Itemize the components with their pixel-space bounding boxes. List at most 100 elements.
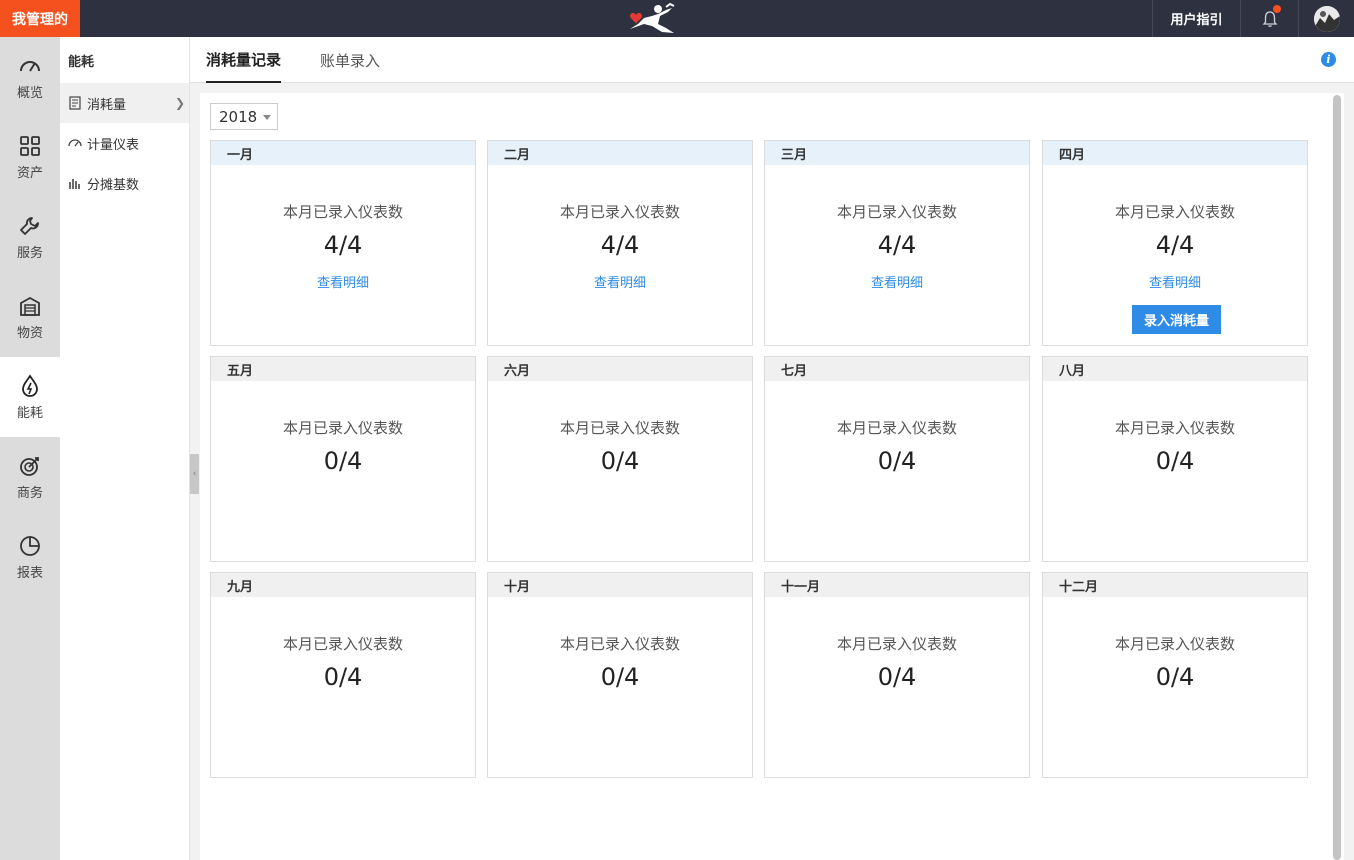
month-name: 六月 xyxy=(488,357,752,381)
pie-chart-icon xyxy=(20,535,40,556)
card-label: 本月已录入仪表数 xyxy=(282,419,403,437)
card-label: 本月已录入仪表数 xyxy=(559,635,680,653)
grid-icon xyxy=(20,135,40,156)
month-card: 十二月 本月已录入仪表数 0/4 xyxy=(1042,572,1308,778)
month-name: 八月 xyxy=(1043,357,1307,381)
meter-count: 4/4 xyxy=(1155,231,1195,259)
main-nav: 概览 资产 服务 物资 能耗 商务 报表 xyxy=(0,37,60,860)
card-label: 本月已录入仪表数 xyxy=(1114,635,1235,653)
tab-bill-entry[interactable]: 账单录入 xyxy=(320,37,380,83)
month-card: 一月 本月已录入仪表数 4/4 查看明细 xyxy=(210,140,476,346)
month-card: 十月 本月已录入仪表数 0/4 xyxy=(487,572,753,778)
sub-nav: 能耗 消耗量 ❯ 计量仪表 分摊基数 xyxy=(60,37,190,860)
nav-item-reports[interactable]: 报表 xyxy=(0,517,60,597)
gauge-icon xyxy=(20,60,40,72)
nav-item-materials[interactable]: 物资 xyxy=(0,277,60,357)
month-name: 一月 xyxy=(211,141,475,165)
nav-item-energy[interactable]: 能耗 xyxy=(0,357,60,437)
meter-icon xyxy=(68,139,82,147)
month-card: 十一月 本月已录入仪表数 0/4 xyxy=(764,572,1030,778)
month-name: 四月 xyxy=(1043,141,1307,165)
avatar-button[interactable] xyxy=(1298,0,1354,37)
month-name: 十二月 xyxy=(1043,573,1307,597)
nav-item-overview[interactable]: 概览 xyxy=(0,37,60,117)
view-detail-link[interactable]: 查看明细 xyxy=(211,272,475,291)
brand-menu-button[interactable]: 我管理的 xyxy=(0,0,80,37)
month-card: 九月 本月已录入仪表数 0/4 xyxy=(210,572,476,778)
top-bar: 我管理的 用户指引 xyxy=(0,0,1354,37)
year-select[interactable]: 2018 xyxy=(210,103,278,130)
record-consumption-button[interactable]: 录入消耗量 xyxy=(1132,305,1221,334)
subnav-item-consumption[interactable]: 消耗量 ❯ xyxy=(60,83,189,123)
target-icon xyxy=(20,456,39,476)
meter-count: 4/4 xyxy=(600,231,640,259)
nav-label: 概览 xyxy=(16,85,43,101)
meter-count: 4/4 xyxy=(323,231,363,259)
month-name: 二月 xyxy=(488,141,752,165)
month-name: 五月 xyxy=(211,357,475,381)
month-card: 四月 本月已录入仪表数 4/4 查看明细 录入消耗量 xyxy=(1042,140,1308,346)
month-name: 七月 xyxy=(765,357,1029,381)
subnav-title: 能耗 xyxy=(68,54,95,70)
meter-count: 0/4 xyxy=(1155,663,1195,691)
avatar xyxy=(1313,5,1340,32)
info-icon[interactable]: i xyxy=(1321,52,1336,67)
meter-count: 4/4 xyxy=(877,231,917,259)
nav-label: 能耗 xyxy=(16,405,43,421)
month-name: 九月 xyxy=(211,573,475,597)
nav-label: 报表 xyxy=(16,565,43,581)
meter-count: 0/4 xyxy=(877,447,917,475)
nav-item-business[interactable]: 商务 xyxy=(0,437,60,517)
notification-dot xyxy=(1273,5,1281,13)
caret-down-icon xyxy=(263,115,271,120)
year-value: 2018 xyxy=(219,107,258,126)
nav-item-assets[interactable]: 资产 xyxy=(0,117,60,197)
card-label: 本月已录入仪表数 xyxy=(1114,203,1235,221)
month-card: 八月 本月已录入仪表数 0/4 xyxy=(1042,356,1308,562)
subnav-item-meters[interactable]: 计量仪表 xyxy=(60,123,189,163)
nav-label: 物资 xyxy=(16,325,43,341)
month-card: 七月 本月已录入仪表数 0/4 xyxy=(764,356,1030,562)
month-name: 十月 xyxy=(488,573,752,597)
main-content: 2018 一月 本月已录入仪表数 4/4 查看明细 二月 本月已录入仪表数 4/… xyxy=(200,93,1330,860)
month-card: 五月 本月已录入仪表数 0/4 xyxy=(210,356,476,562)
meter-count: 0/4 xyxy=(323,447,363,475)
subnav-label: 消耗量 xyxy=(87,97,127,113)
chevron-right-icon: ❯ xyxy=(174,96,185,110)
view-detail-link[interactable]: 查看明细 xyxy=(1043,272,1307,291)
card-label: 本月已录入仪表数 xyxy=(836,419,957,437)
runner-logo-icon[interactable] xyxy=(622,2,682,36)
month-card: 三月 本月已录入仪表数 4/4 查看明细 xyxy=(764,140,1030,346)
month-card: 二月 本月已录入仪表数 4/4 查看明细 xyxy=(487,140,753,346)
nav-item-service[interactable]: 服务 xyxy=(0,197,60,277)
month-name: 三月 xyxy=(765,141,1029,165)
card-label: 本月已录入仪表数 xyxy=(836,635,957,653)
wrench-icon xyxy=(20,216,39,235)
user-guide-button[interactable]: 用户指引 xyxy=(1152,0,1240,37)
card-label: 本月已录入仪表数 xyxy=(836,203,957,221)
tab-consumption-records[interactable]: 消耗量记录 xyxy=(206,37,282,83)
card-label: 本月已录入仪表数 xyxy=(1114,419,1235,437)
subnav-label: 计量仪表 xyxy=(87,137,140,153)
bar-icon xyxy=(69,179,80,189)
notification-button[interactable] xyxy=(1240,0,1298,37)
meter-count: 0/4 xyxy=(323,663,363,691)
nav-label: 服务 xyxy=(16,245,43,261)
meter-count: 0/4 xyxy=(877,663,917,691)
view-detail-link[interactable]: 查看明细 xyxy=(488,272,752,291)
document-icon xyxy=(69,96,81,110)
view-detail-link[interactable]: 查看明细 xyxy=(765,272,1029,291)
meter-count: 0/4 xyxy=(600,663,640,691)
collapse-sidebar-handle[interactable]: ‹ xyxy=(190,454,199,494)
subnav-item-allocation[interactable]: 分摊基数 xyxy=(60,163,189,203)
meter-count: 0/4 xyxy=(600,447,640,475)
scrollbar-thumb[interactable] xyxy=(1333,95,1341,860)
card-label: 本月已录入仪表数 xyxy=(282,635,403,653)
month-card: 六月 本月已录入仪表数 0/4 xyxy=(487,356,753,562)
chevron-left-icon: ‹ xyxy=(192,469,197,479)
card-label: 本月已录入仪表数 xyxy=(559,419,680,437)
card-label: 本月已录入仪表数 xyxy=(282,203,403,221)
warehouse-icon xyxy=(20,296,40,316)
nav-label: 商务 xyxy=(16,485,43,501)
subnav-label: 分摊基数 xyxy=(87,177,140,193)
